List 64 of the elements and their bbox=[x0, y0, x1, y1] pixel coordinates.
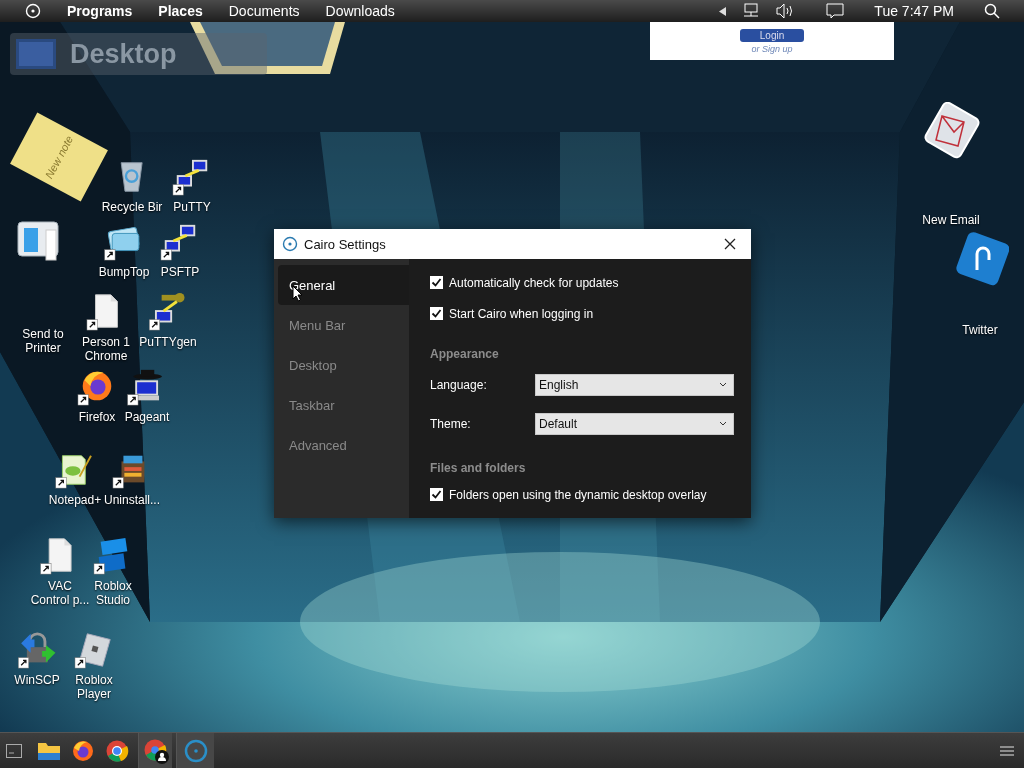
checkbox-label[interactable]: Start Cairo when logging in bbox=[449, 306, 594, 321]
sidebar-tab[interactable]: General bbox=[278, 265, 409, 305]
fox-globe-icon bbox=[71, 738, 95, 763]
checkbox-label[interactable]: Folders open using the dynamic desktop overlay bbox=[449, 487, 707, 502]
close-icon bbox=[724, 238, 736, 250]
icon-label[interactable]: Roblox Player bbox=[75, 673, 113, 701]
notification-icon[interactable] bbox=[826, 3, 845, 19]
icon-label[interactable]: VAC Control p... bbox=[30, 579, 90, 607]
login-button[interactable]: Login bbox=[739, 28, 805, 42]
ring-icon bbox=[182, 737, 209, 764]
wall-title: Desktop bbox=[70, 38, 177, 70]
menu-icon[interactable] bbox=[1000, 744, 1014, 757]
icon-label[interactable]: Firefox bbox=[78, 410, 116, 424]
chevron-icon bbox=[719, 382, 727, 387]
window-title: Cairo Settings bbox=[304, 236, 386, 252]
icon-label[interactable]: Recycle Bir bbox=[101, 200, 163, 214]
icon-label[interactable]: Uninstall... bbox=[104, 493, 160, 507]
icon-label[interactable]: Roblox Studio bbox=[94, 579, 132, 607]
icon-label[interactable]: Person 1 Chrome bbox=[82, 335, 130, 363]
checkbox-label[interactable]: Automatically check for updates bbox=[449, 275, 619, 290]
dropdown[interactable]: English bbox=[535, 373, 734, 396]
cairo-icon[interactable] bbox=[25, 3, 41, 19]
network-icon[interactable] bbox=[742, 3, 761, 19]
icon-label[interactable]: BumpTop bbox=[98, 265, 150, 279]
dropdown[interactable]: Default bbox=[535, 412, 734, 435]
icon-label[interactable]: PSFTP bbox=[160, 265, 200, 279]
tilted-square-icon[interactable] bbox=[74, 630, 114, 670]
field-label: Theme: bbox=[430, 416, 472, 431]
chevron-icon bbox=[719, 421, 727, 426]
padlock-icon[interactable] bbox=[17, 630, 57, 670]
monitor-icon bbox=[16, 39, 56, 69]
section-heading: Files and folders bbox=[430, 461, 526, 475]
taskbar-button[interactable] bbox=[138, 733, 172, 768]
icon-label[interactable]: WinSCP bbox=[14, 673, 60, 687]
menu-item[interactable]: Places bbox=[158, 3, 203, 19]
sidebar-tab[interactable]: Advanced bbox=[278, 425, 409, 465]
section-heading: Appearance bbox=[430, 347, 499, 361]
volume-icon[interactable] bbox=[776, 3, 795, 19]
field-label: Language: bbox=[430, 377, 488, 392]
icon-label[interactable]: Twitter bbox=[962, 323, 998, 337]
menu-item[interactable]: Programs bbox=[67, 3, 133, 19]
menu-item[interactable]: Downloads bbox=[325, 3, 395, 19]
icon-label[interactable]: Pageant bbox=[124, 410, 170, 424]
checkbox[interactable] bbox=[430, 276, 443, 289]
icon-label[interactable]: Notepad+ bbox=[48, 493, 102, 507]
search-icon[interactable] bbox=[984, 3, 1000, 19]
checkbox[interactable] bbox=[430, 488, 443, 501]
clock[interactable]: Tue 7:47 PM bbox=[874, 3, 954, 19]
chrome-icon bbox=[105, 738, 129, 763]
chrome-person-icon bbox=[142, 737, 169, 764]
sidebar-tab[interactable]: Desktop bbox=[278, 345, 409, 385]
ring-icon[interactable] bbox=[282, 236, 298, 252]
checkbox[interactable] bbox=[430, 307, 443, 320]
sticky-note-text: New note bbox=[42, 133, 76, 181]
sign-up-link[interactable]: or Sign up bbox=[751, 43, 793, 54]
icon-label[interactable]: PuTTY bbox=[173, 200, 211, 214]
sidebar-tab[interactable]: Taskbar bbox=[278, 385, 409, 425]
left-triangle-icon[interactable] bbox=[719, 6, 727, 16]
sidebar-tab[interactable]: Menu Bar bbox=[278, 305, 409, 345]
icon-label[interactable]: New Email bbox=[922, 213, 980, 227]
menu-item[interactable]: Documents bbox=[228, 3, 300, 19]
icon-label[interactable]: Send to Printer bbox=[22, 327, 64, 355]
icon-label[interactable]: PuTTYgen bbox=[139, 335, 197, 349]
show-desktop-icon[interactable] bbox=[6, 743, 22, 758]
